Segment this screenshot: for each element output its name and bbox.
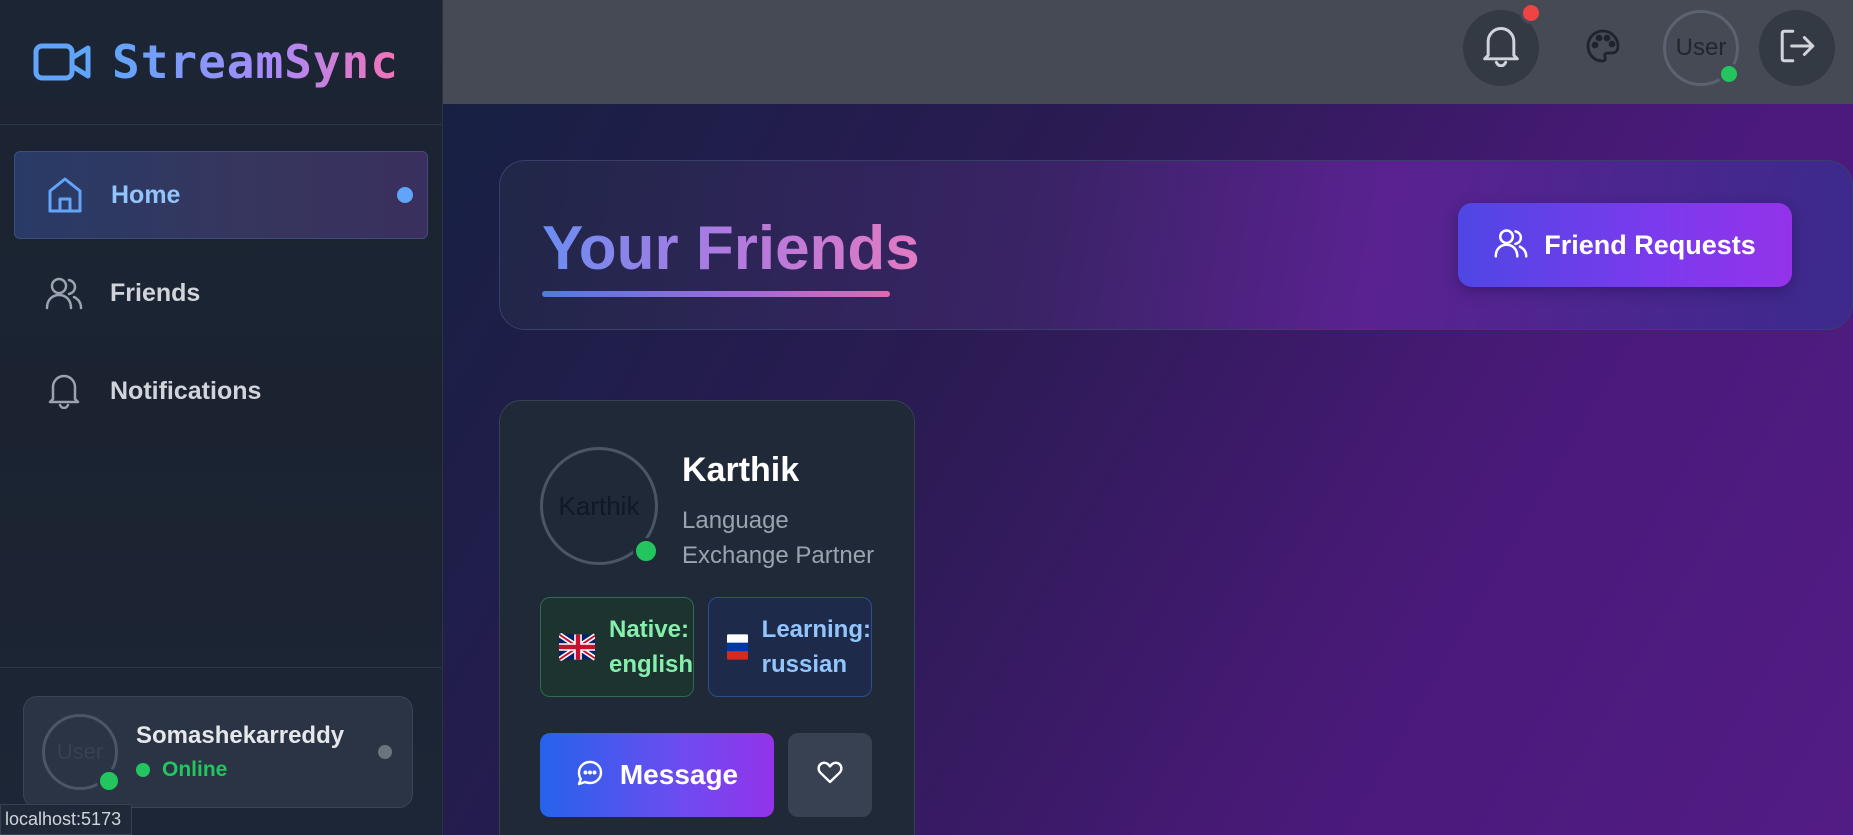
user-menu-dot[interactable] <box>378 745 392 759</box>
avatar: Karthik <box>540 447 659 565</box>
profile-avatar[interactable]: User <box>1663 10 1740 86</box>
native-label: Native: <box>608 616 690 643</box>
sidebar-nav: Home Friends Notifications <box>0 125 442 435</box>
sidebar-item-notifications[interactable]: Notifications <box>14 347 428 435</box>
avatar-alt-text: Karthik <box>558 490 640 521</box>
users-icon <box>1494 227 1528 264</box>
sidebar: StreamSync Home Friends Notifications Us… <box>0 0 443 835</box>
home-icon <box>45 175 85 215</box>
users-icon <box>44 273 84 313</box>
friend-requests-label: Friend Requests <box>1544 229 1756 260</box>
status-text: Online <box>162 758 228 781</box>
current-user-card[interactable]: User Somashekarreddy Online <box>23 696 413 808</box>
bell-icon <box>44 371 84 411</box>
avatar-alt-text: User <box>1675 34 1727 61</box>
native-language: english <box>608 651 693 678</box>
message-button[interactable]: Message <box>540 733 774 817</box>
learning-language-badge: Learning: russian <box>708 597 872 697</box>
avatar: User <box>42 714 121 793</box>
theme-button[interactable] <box>1565 10 1641 86</box>
friend-requests-button[interactable]: Friend Requests <box>1458 203 1792 287</box>
page-title: Your Friends <box>542 214 920 283</box>
user-status: Online <box>136 758 344 782</box>
browser-status-url: localhost:5173 <box>0 804 133 835</box>
main-content: Your Friends Friend Requests Karthik Kar… <box>443 104 1853 835</box>
brand[interactable]: StreamSync <box>0 0 442 125</box>
logout-icon <box>1778 27 1816 70</box>
page-header: Your Friends Friend Requests <box>499 160 1853 330</box>
video-camera-icon <box>32 40 92 84</box>
native-language-text: Native: english <box>609 612 693 682</box>
learning-language-text: Learning: russian <box>762 612 871 682</box>
favorite-button[interactable] <box>788 733 872 817</box>
sidebar-item-friends[interactable]: Friends <box>14 249 428 337</box>
online-indicator <box>633 538 659 564</box>
russia-flag-icon <box>727 633 748 661</box>
logout-button[interactable] <box>1759 10 1835 86</box>
palette-icon <box>1585 28 1621 69</box>
active-indicator <box>397 187 413 203</box>
notifications-button[interactable] <box>1463 2 1542 86</box>
sidebar-item-label: Friends <box>110 278 201 307</box>
avatar-alt-text: User <box>56 739 104 764</box>
learning-label: Learning: <box>761 616 871 643</box>
sidebar-item-label: Home <box>111 180 181 209</box>
learning-language: russian <box>761 651 848 678</box>
topbar: User <box>443 0 1853 104</box>
user-name: Somashekarreddy <box>136 722 345 749</box>
sidebar-item-label: Notifications <box>110 376 262 405</box>
chat-bubble-icon <box>576 759 604 792</box>
uk-flag-icon <box>559 633 595 661</box>
user-info: Somashekarreddy Online <box>136 722 344 782</box>
notification-badge <box>1520 2 1542 24</box>
friend-card: Karthik Karthik Language Exchange Partne… <box>499 400 915 835</box>
friend-name: Karthik <box>682 451 800 489</box>
brand-name: StreamSync <box>112 35 399 89</box>
sidebar-item-home[interactable]: Home <box>14 151 428 239</box>
bell-icon <box>1482 25 1520 72</box>
native-language-badge: Native: english <box>540 597 694 697</box>
friend-subtitle: Language Exchange Partner <box>682 507 875 569</box>
title-underline <box>542 291 890 297</box>
online-indicator <box>1718 63 1740 85</box>
heart-icon <box>817 761 843 790</box>
status-dot <box>136 763 150 777</box>
online-indicator <box>97 769 121 793</box>
message-label: Message <box>619 759 739 790</box>
